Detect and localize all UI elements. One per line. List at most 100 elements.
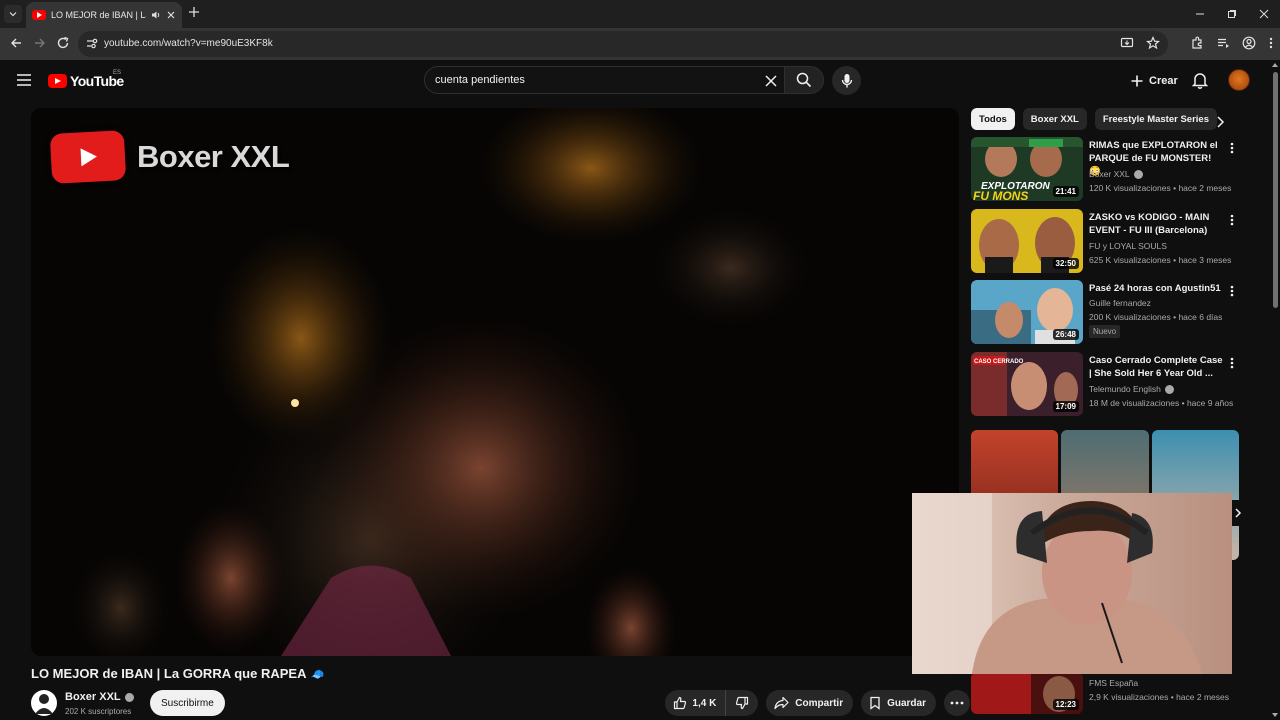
chevron-right-icon[interactable]: [1214, 115, 1226, 129]
subscribe-button[interactable]: Suscribirme: [150, 690, 225, 716]
more-actions-button[interactable]: [944, 690, 970, 716]
country-code: ES: [113, 70, 122, 76]
browser-tab[interactable]: LO MEJOR de IBAN | La GO: [26, 2, 182, 28]
recommendation-channel: Telemundo English: [1089, 384, 1174, 394]
duration-badge: 26:48: [1052, 329, 1079, 340]
recommendation-item[interactable]: 26:48 Pasé 24 horas con Agustin51 Guille…: [971, 280, 1256, 346]
restore-icon: [1228, 10, 1236, 18]
notifications-bell-icon[interactable]: [1192, 71, 1208, 89]
recommendation-title[interactable]: Pasé 24 horas con Agustin51: [1089, 282, 1224, 295]
minimize-button[interactable]: [1184, 0, 1216, 28]
kebab-menu-icon[interactable]: [1229, 284, 1235, 298]
channel-name[interactable]: Boxer XXL: [65, 691, 134, 703]
page-scrollbar[interactable]: [1270, 60, 1280, 720]
kebab-menu-icon[interactable]: [1268, 36, 1274, 50]
kebab-menu-icon[interactable]: [1229, 356, 1235, 370]
like-count: 1,4 K: [692, 697, 717, 709]
video-title-text: LO MEJOR de IBAN | La GORRA que RAPEA: [31, 666, 307, 681]
share-label: Compartir: [795, 697, 844, 709]
thumb-text-line2: FU MONS: [973, 189, 1028, 201]
forward-icon[interactable]: [33, 36, 47, 50]
install-app-icon[interactable]: [1120, 36, 1134, 50]
kebab-menu-icon[interactable]: [1229, 141, 1235, 155]
more-horizontal-icon: [950, 701, 964, 705]
channel-text: Boxer XXL: [1089, 169, 1130, 179]
channel-avatar[interactable]: [31, 690, 57, 716]
cap-emoji: 🧢: [310, 669, 325, 681]
duration-badge: 17:09: [1052, 401, 1079, 412]
search-box[interactable]: cuenta pendientes: [424, 66, 784, 94]
watermark-text: Boxer XXL: [137, 139, 290, 174]
video-player[interactable]: Boxer XXL: [31, 108, 959, 656]
extensions-icon[interactable]: [1190, 36, 1204, 50]
clear-search-icon[interactable]: [764, 74, 778, 88]
video-thumbnail[interactable]: EXPLOTARON FU MONS 21:41: [971, 137, 1083, 201]
thumbs-up-icon: [674, 696, 687, 710]
save-button[interactable]: Guardar: [861, 690, 936, 716]
channel-avatar-logo: [35, 694, 53, 714]
window-controls: [1184, 0, 1280, 28]
channel-text: FU y LOYAL SOULS: [1089, 241, 1167, 251]
tab-list-button[interactable]: [4, 5, 22, 23]
search-input[interactable]: cuenta pendientes: [435, 74, 525, 86]
youtube-masthead: YouTube ES cuenta pendientes Crear: [0, 60, 1270, 104]
bookmark-star-icon[interactable]: [1146, 36, 1160, 50]
video-thumbnail[interactable]: CASO CERRADO 17:09: [971, 352, 1083, 416]
scroll-down-arrow-icon[interactable]: [1272, 713, 1278, 717]
recommendation-item[interactable]: EXPLOTARON FU MONS 21:41 RIMAS que EXPLO…: [971, 137, 1256, 203]
video-thumbnail[interactable]: 12:23: [971, 672, 1083, 714]
omnibox[interactable]: youtube.com/watch?v=me90uE3KF8k: [78, 31, 1168, 57]
search-button[interactable]: [784, 66, 824, 94]
kebab-menu-icon[interactable]: [1229, 213, 1235, 227]
hamburger-menu-icon[interactable]: [16, 73, 32, 87]
duration-badge: 12:23: [1052, 699, 1079, 710]
recommendation-channel: FMS España: [1089, 678, 1138, 688]
recommendation-item[interactable]: 32:50 ZASKO vs KODIGO - MAIN EVENT - FU …: [971, 209, 1256, 275]
audio-icon[interactable]: [151, 10, 161, 20]
chip-todos[interactable]: Todos: [971, 108, 1015, 130]
like-button[interactable]: 1,4 K: [665, 690, 727, 716]
account-avatar[interactable]: [1228, 69, 1250, 91]
scroll-up-arrow-icon[interactable]: [1272, 63, 1278, 67]
recommendation-meta: 2,9 K visualizaciones • hace 2 meses: [1089, 692, 1229, 702]
recommendation-title[interactable]: Caso Cerrado Complete Case | She Sold He…: [1089, 354, 1224, 380]
share-icon: [774, 696, 789, 710]
back-icon[interactable]: [9, 36, 23, 50]
recommendation-meta: 18 M de visualizaciones • hace 9 años: [1089, 398, 1234, 408]
reload-icon[interactable]: [56, 36, 70, 50]
chip-boxer-xxl[interactable]: Boxer XXL: [1022, 108, 1087, 130]
video-thumbnail[interactable]: 26:48: [971, 280, 1083, 344]
new-tab-icon[interactable]: [188, 6, 200, 18]
recommendation-meta: 120 K visualizaciones • hace 2 meses: [1089, 183, 1232, 193]
recommendation-title[interactable]: ZASKO vs KODIGO - MAIN EVENT - FU III (B…: [1089, 211, 1224, 237]
duration-badge: 32:50: [1052, 258, 1079, 269]
recommendation-item[interactable]: 12:23 FMS España 2,9 K visualizaciones •…: [971, 672, 1256, 720]
restore-button[interactable]: [1216, 0, 1248, 28]
chip-freestyle-master-series[interactable]: Freestyle Master Series: [1094, 108, 1217, 130]
verified-badge-icon: [1133, 169, 1143, 179]
video-thumbnail[interactable]: 32:50: [971, 209, 1083, 273]
profile-icon[interactable]: [1242, 36, 1256, 50]
create-button[interactable]: Crear: [1124, 68, 1188, 94]
video-title: LO MEJOR de IBAN | La GORRA que RAPEA 🧢: [31, 666, 324, 681]
dislike-button[interactable]: [726, 690, 758, 716]
recommendation-item[interactable]: CASO CERRADO 17:09 Caso Cerrado Complete…: [971, 352, 1256, 418]
minimize-icon: [1196, 13, 1204, 15]
browser-toolbar: youtube.com/watch?v=me90uE3KF8k: [0, 28, 1280, 60]
media-controls-icon[interactable]: [1216, 36, 1230, 50]
share-button[interactable]: Compartir: [766, 690, 854, 716]
scrollbar-thumb[interactable]: [1273, 72, 1278, 308]
filter-chips: Todos Boxer XXL Freestyle Master Series: [971, 108, 1217, 130]
verified-badge-icon: [124, 692, 134, 702]
close-window-button[interactable]: [1248, 0, 1280, 28]
channel-watermark: Boxer XXL: [49, 130, 290, 184]
voice-search-button[interactable]: [832, 66, 861, 95]
close-window-icon: [1259, 9, 1269, 19]
video-frame: [31, 108, 959, 656]
like-dislike-group: 1,4 K: [665, 690, 759, 716]
close-icon[interactable]: [166, 10, 176, 20]
site-info-icon[interactable]: [85, 37, 98, 50]
video-actions: 1,4 K Compartir Guardar: [665, 690, 970, 716]
tab-title: LO MEJOR de IBAN | La GO: [51, 10, 146, 20]
duration-badge: 21:41: [1052, 186, 1079, 197]
